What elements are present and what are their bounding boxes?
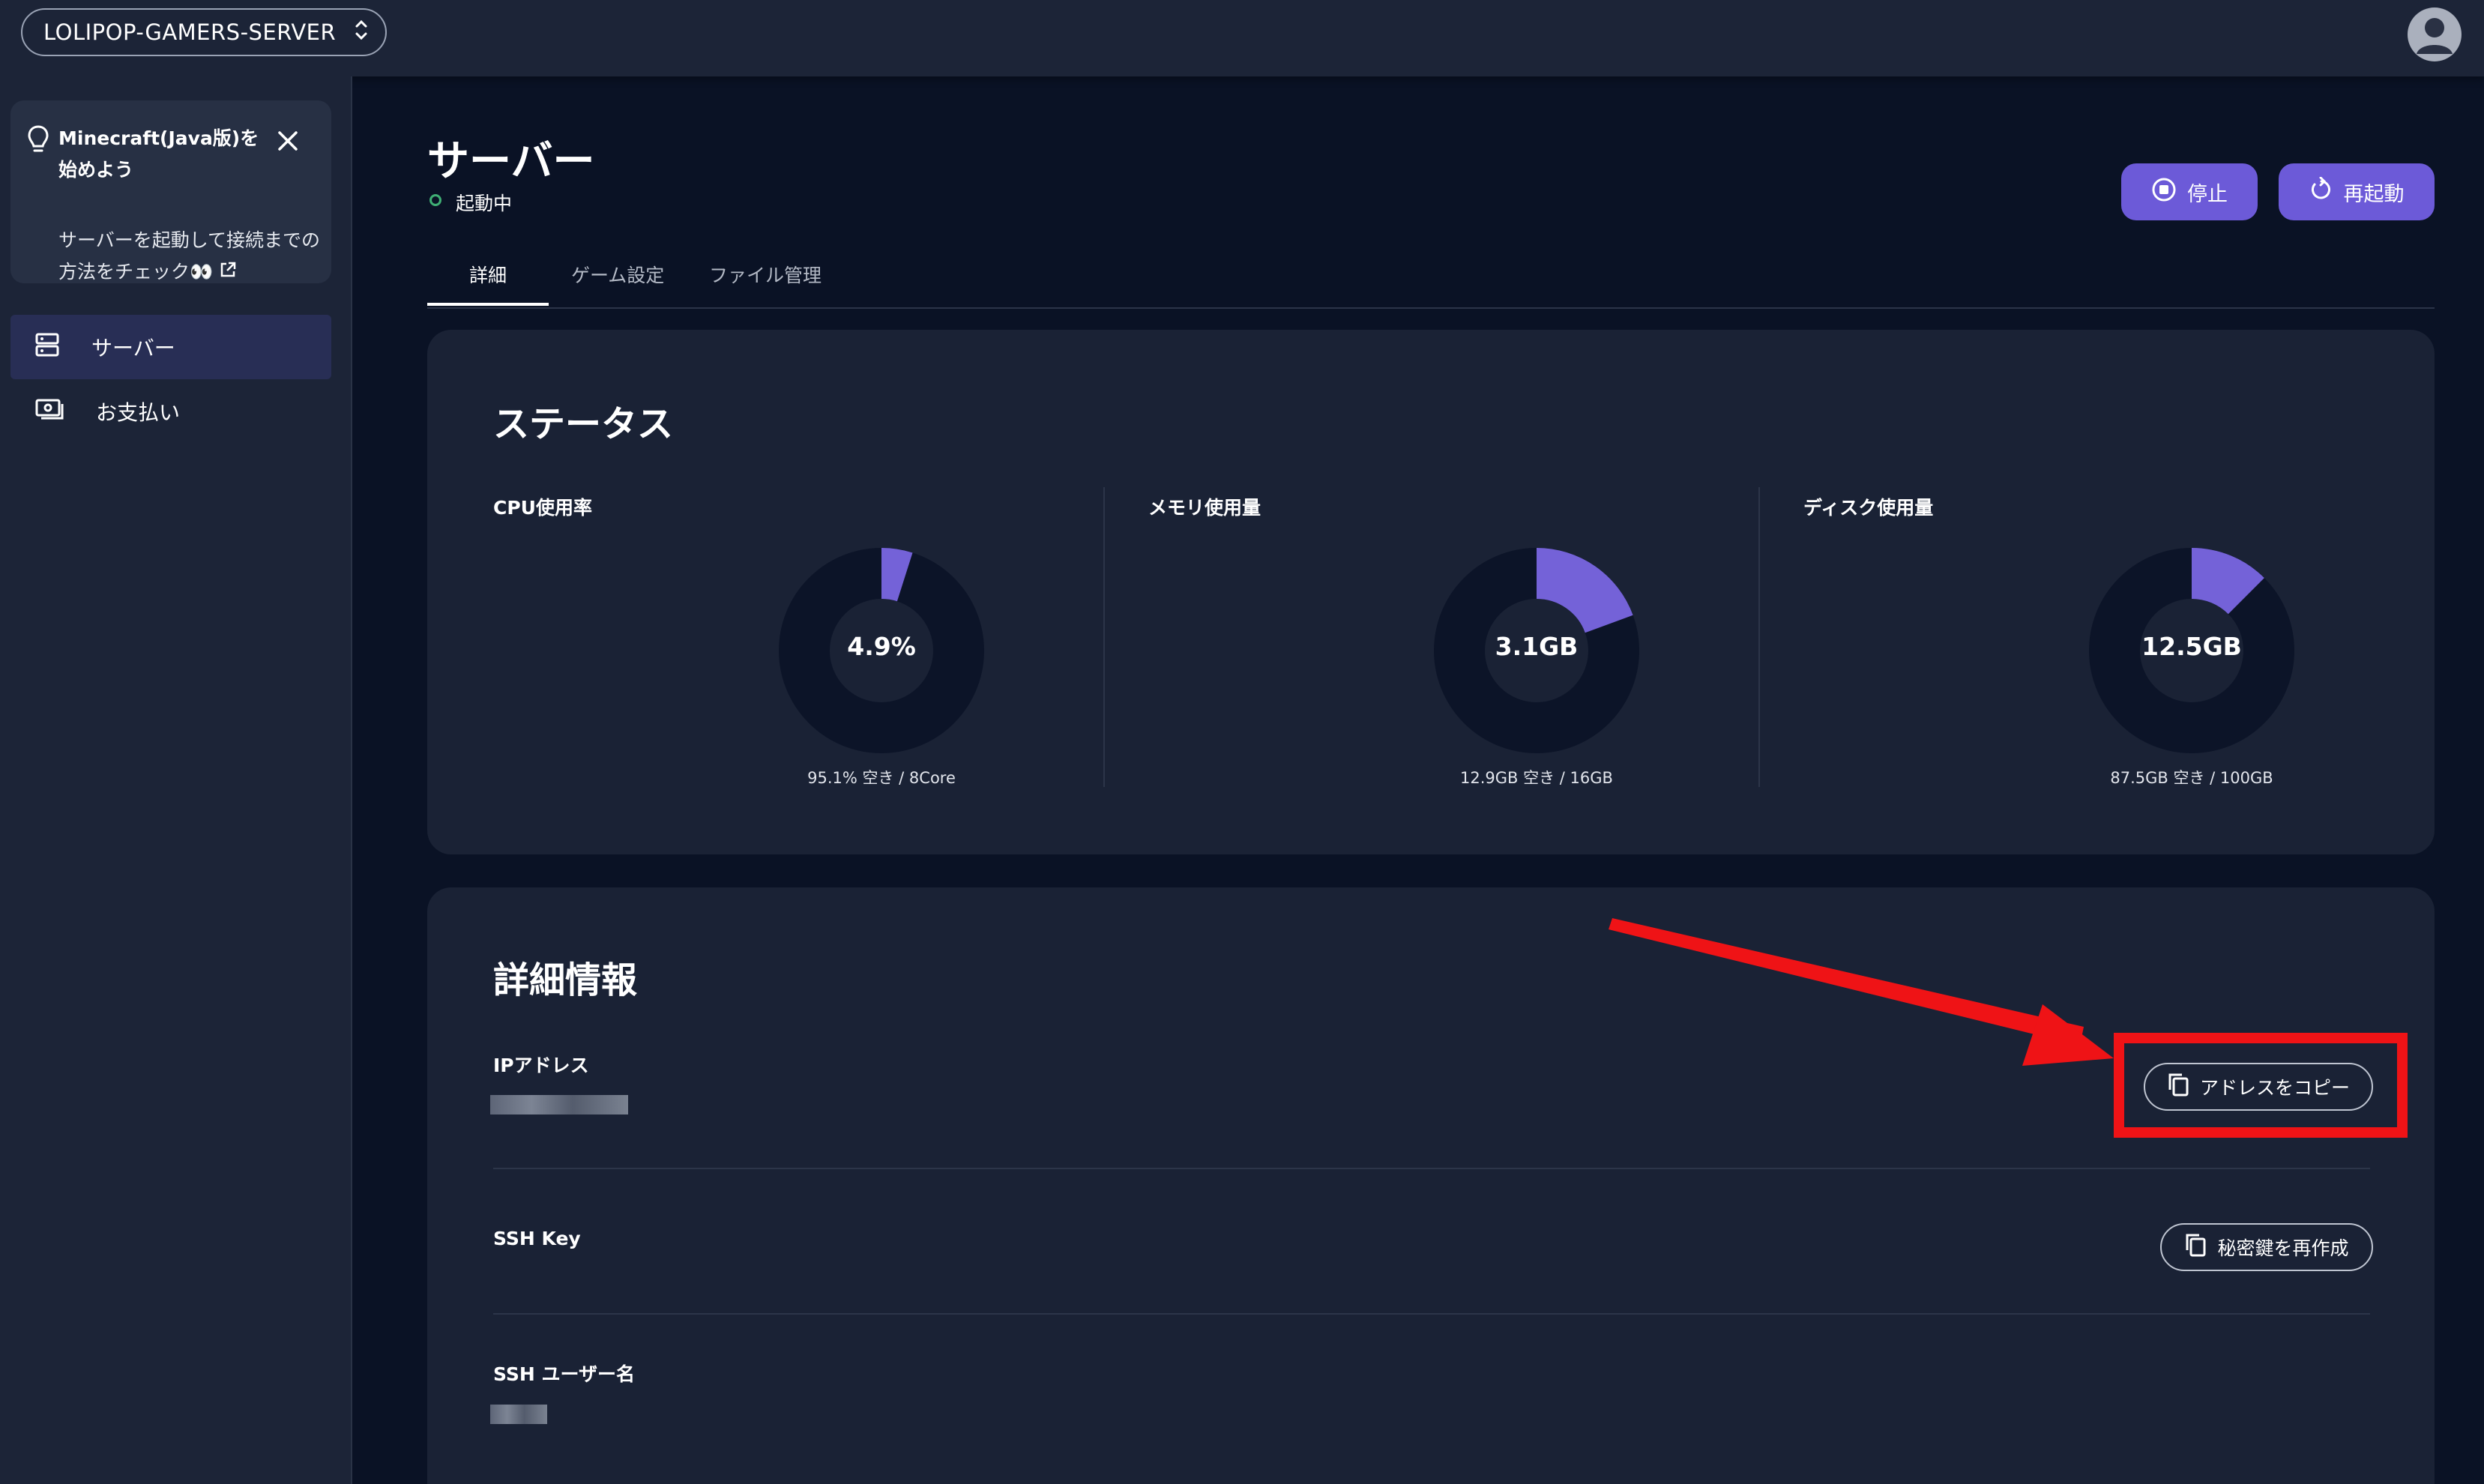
annotation-arrow <box>1609 918 2114 1066</box>
highlight-box <box>2114 1033 2408 1138</box>
